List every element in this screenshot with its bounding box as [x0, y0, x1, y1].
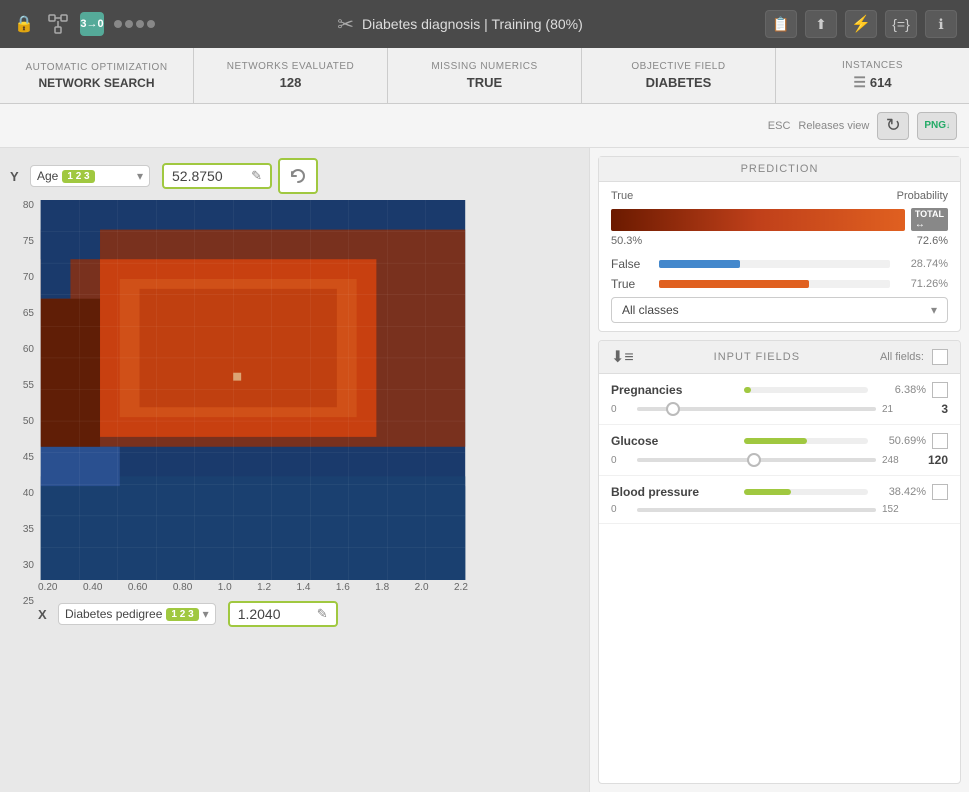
total-icon: TOTAL ↔ [911, 208, 948, 231]
upload-btn[interactable]: ⬆ [805, 10, 837, 38]
left-panel: Y Age 1 2 3 ▾ 52.8750 ✎ 80 75 7 [0, 148, 589, 792]
recalculate-btn[interactable] [278, 158, 318, 194]
input-fields-header: ⬇≡ INPUT FIELDS All fields: [599, 341, 960, 374]
blood-pressure-slider[interactable] [637, 508, 876, 512]
top-bar: 🔒 3→0 ✂ Diabetes diagnosis | Training (8… [0, 0, 969, 48]
glucose-slider[interactable] [637, 458, 876, 462]
dropdown-arrow-icon: ▾ [931, 303, 937, 317]
stat-missing-numerics: MISSING NUMERICS TRUE [388, 48, 582, 103]
input-fields-section: ⬇≡ INPUT FIELDS All fields: Pregnancies … [598, 340, 961, 784]
esc-hint: ESC [768, 120, 791, 132]
blood-pressure-checkbox[interactable] [932, 484, 948, 500]
page-title: ✂ Diabetes diagnosis | Training (80%) [165, 12, 755, 37]
top-bar-actions: 📋 ⬆ ⚡ {=} ℹ [765, 10, 957, 38]
x-axis-labels: 0.20 0.40 0.60 0.80 1.0 1.2 1.4 1.6 1.8 … [38, 580, 468, 593]
network-icon[interactable] [46, 12, 70, 36]
info-btn[interactable]: ℹ [925, 10, 957, 38]
heatmap-container: 80 75 70 65 60 55 50 45 40 35 30 25 [10, 200, 579, 627]
pred-classes-dropdown[interactable]: All classes ▾ [611, 297, 948, 323]
pred-row-header: True Probability [611, 190, 948, 202]
copy-btn[interactable]: 📋 [765, 10, 797, 38]
glucose-checkbox[interactable] [932, 433, 948, 449]
x-axis-label: X [38, 607, 52, 622]
boost-btn[interactable]: ⚡ [845, 10, 877, 38]
y-axis-select[interactable]: Age 1 2 3 ▾ [30, 165, 150, 187]
pregnancies-slider[interactable] [637, 407, 876, 411]
pred-false-bar [659, 260, 740, 268]
stat-objective-field: OBJECTIVE FIELD DIABETES [582, 48, 776, 103]
chevron-down-x-icon: ▾ [203, 607, 209, 621]
pred-false-bar-container [659, 260, 890, 268]
y-axis-control: Y Age 1 2 3 ▾ 52.8750 ✎ [10, 158, 579, 194]
heatmap-area[interactable]: 0.20 0.40 0.60 0.80 1.0 1.2 1.4 1.6 1.8 … [38, 200, 579, 627]
stat-networks-evaluated: NETWORKS EVALUATED 128 [194, 48, 388, 103]
y-axis-label: Y [10, 169, 24, 184]
sort-icon[interactable]: ⬇≡ [611, 347, 634, 367]
right-panel: PREDICTION True Probability TOTAL ↔ 50.3… [589, 148, 969, 792]
x-value-input: 1.2040 ✎ [228, 601, 338, 627]
prediction-section: PREDICTION True Probability TOTAL ↔ 50.3… [598, 156, 961, 332]
y-value-input: 52.8750 ✎ [162, 163, 272, 189]
field-blood-pressure: Blood pressure 38.42% 0 152 [599, 476, 960, 524]
field-glucose: Glucose 50.69% 0 248 120 [599, 425, 960, 476]
heatmap-canvas[interactable] [38, 200, 468, 580]
main-content: Y Age 1 2 3 ▾ 52.8750 ✎ 80 75 7 [0, 148, 969, 792]
releases-view-text: Releases view [798, 120, 869, 132]
toolbar: ESC Releases view ↻ PNG↓ [0, 104, 969, 148]
pred-false-row: False 28.74% [611, 257, 948, 271]
loading-dots [114, 20, 155, 28]
stat-automatic-optimization: AUTOMATIC OPTIMIZATION NETWORK SEARCH [0, 48, 194, 103]
pred-main-bar-row: TOTAL ↔ [611, 208, 948, 231]
pred-pct-row: 50.3% 72.6% [611, 235, 948, 247]
field-pregnancies: Pregnancies 6.38% 0 21 3 [599, 374, 960, 425]
pred-main-bar [611, 209, 905, 231]
chevron-down-icon: ▾ [137, 169, 143, 183]
x-axis-control: X Diabetes pedigree 1 2 3 ▾ 1.2040 ✎ [38, 601, 579, 627]
scissors-icon: ✂ [337, 12, 354, 37]
badge-icon: 3→0 [80, 12, 104, 36]
pred-true-row: True 71.26% [611, 277, 948, 291]
x-axis-select[interactable]: Diabetes pedigree 1 2 3 ▾ [58, 603, 216, 625]
refresh-btn[interactable]: ↻ [877, 112, 909, 140]
y-axis-labels: 80 75 70 65 60 55 50 45 40 35 30 25 [10, 200, 38, 627]
list-icon: ☰ [853, 74, 866, 91]
pred-true-bar [659, 280, 809, 288]
prediction-header: PREDICTION [599, 157, 960, 182]
prediction-body: True Probability TOTAL ↔ 50.3% 72.6% Fa [599, 182, 960, 331]
x-edit-icon[interactable]: ✎ [317, 606, 328, 622]
lock-icon: 🔒 [12, 12, 36, 36]
stat-instances: INSTANCES ☰ 614 [776, 48, 969, 103]
pred-true-bar-container [659, 280, 890, 288]
edit-icon[interactable]: ✎ [251, 168, 262, 184]
png-btn[interactable]: PNG↓ [917, 112, 957, 140]
stats-bar: AUTOMATIC OPTIMIZATION NETWORK SEARCH NE… [0, 48, 969, 104]
pregnancies-checkbox[interactable] [932, 382, 948, 398]
all-fields-checkbox[interactable] [932, 349, 948, 365]
formula-btn[interactable]: {=} [885, 10, 917, 38]
